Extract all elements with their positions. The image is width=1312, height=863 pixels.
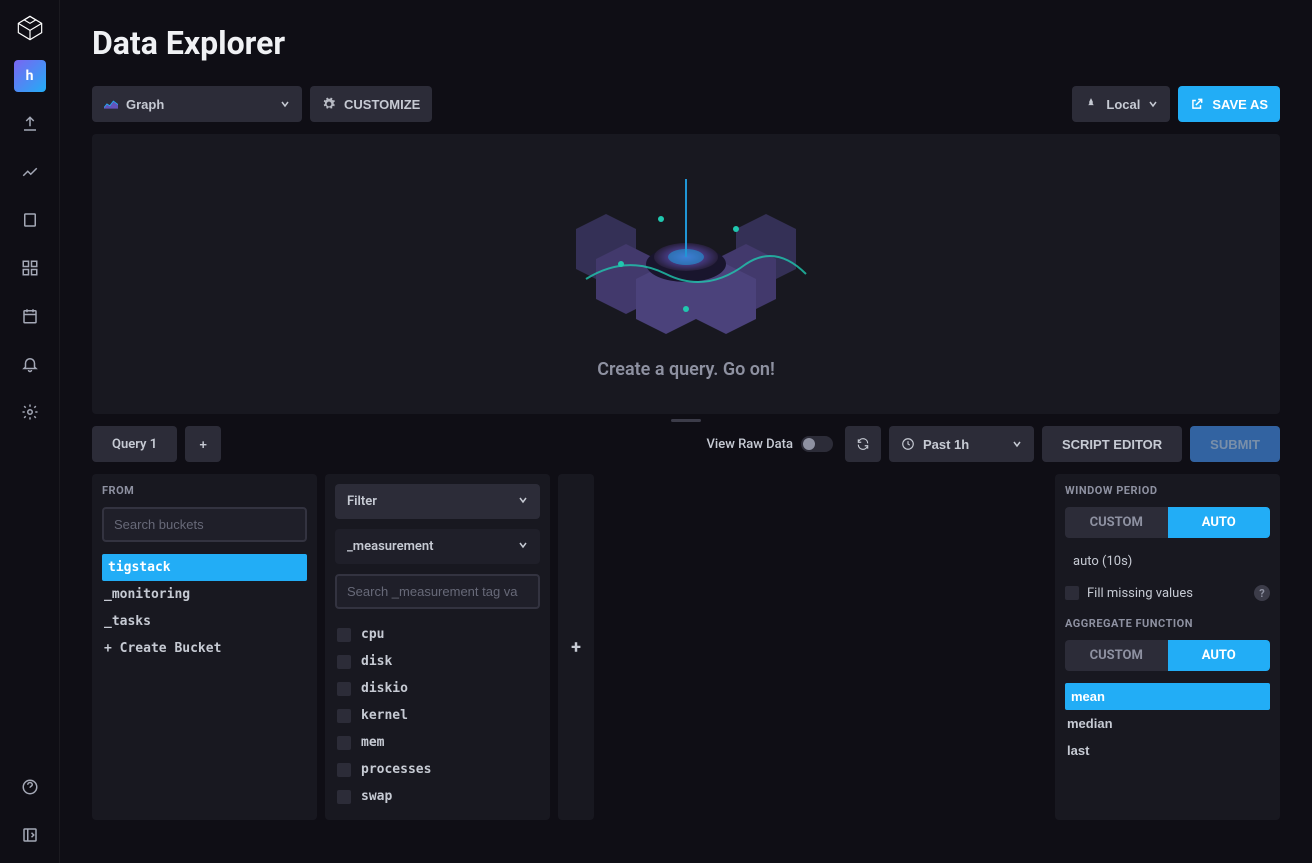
page-title: Data Explorer	[92, 24, 1280, 62]
window-period-label: WINDOW PERIOD	[1065, 484, 1270, 497]
bucket-item[interactable]: tigstack	[102, 554, 307, 581]
customize-label: CUSTOMIZE	[344, 97, 420, 112]
sidebar: h	[0, 0, 60, 863]
aggregate-toggle: CUSTOM AUTO	[1065, 640, 1270, 671]
tasks-icon[interactable]	[14, 300, 46, 332]
create-bucket-button[interactable]: + Create Bucket	[102, 635, 307, 662]
query-tab[interactable]: Query 1	[92, 426, 177, 462]
bucket-item[interactable]: _tasks	[102, 608, 307, 635]
chevron-down-icon	[1012, 437, 1022, 452]
gear-icon	[322, 97, 336, 111]
bucket-item[interactable]: _monitoring	[102, 581, 307, 608]
aggregate-auto-toggle[interactable]: AUTO	[1168, 640, 1271, 671]
org-badge[interactable]: h	[14, 60, 46, 92]
aggregate-item[interactable]: mean	[1065, 683, 1270, 710]
raw-data-toggle: View Raw Data	[707, 436, 833, 452]
settings-icon[interactable]	[14, 396, 46, 428]
explore-icon[interactable]	[14, 156, 46, 188]
tag-value-item[interactable]: mem	[335, 729, 540, 756]
dashboards-icon[interactable]	[14, 252, 46, 284]
side-options-panel: WINDOW PERIOD CUSTOM AUTO auto (10s) Fil…	[1055, 474, 1280, 820]
refresh-button[interactable]	[845, 426, 881, 462]
time-range-label: Past 1h	[923, 437, 969, 452]
tag-value-item[interactable]: cpu	[335, 621, 540, 648]
query-builder: FROM tigstack _monitoring _tasks + Creat…	[92, 474, 1280, 820]
tag-value-list: cpu disk diskio kernel mem processes swa…	[335, 621, 540, 810]
chevron-down-icon	[518, 494, 528, 509]
aggregate-item[interactable]: last	[1065, 737, 1270, 764]
aggregate-custom-toggle[interactable]: CUSTOM	[1065, 640, 1168, 671]
filter-panel: Filter _measurement cpu disk diskio kern…	[325, 474, 550, 820]
graph-prompt: Create a query. Go on!	[597, 359, 775, 380]
window-custom-toggle[interactable]: CUSTOM	[1065, 507, 1168, 538]
view-toolbar: Graph CUSTOMIZE Local SAVE AS	[92, 86, 1280, 122]
timezone-label: Local	[1106, 97, 1140, 112]
aggregate-label: AGGREGATE FUNCTION	[1065, 617, 1270, 630]
add-filter-button[interactable]: +	[558, 474, 594, 820]
tag-key-label: _measurement	[347, 539, 433, 554]
clock-icon	[901, 437, 915, 451]
window-auto-value: auto (10s)	[1065, 550, 1270, 573]
view-type-dropdown[interactable]: Graph	[92, 86, 302, 122]
org-initial: h	[26, 68, 34, 84]
fill-help-icon[interactable]: ?	[1254, 585, 1270, 601]
raw-data-switch[interactable]	[801, 436, 833, 452]
main-content: Data Explorer Graph CUSTOMIZE Local SAVE…	[60, 0, 1312, 863]
fill-missing-row[interactable]: Fill missing values ?	[1065, 585, 1270, 601]
tag-value-item[interactable]: processes	[335, 756, 540, 783]
notebooks-icon[interactable]	[14, 204, 46, 236]
raw-data-label: View Raw Data	[707, 437, 793, 452]
chevron-down-icon	[1148, 97, 1158, 112]
chevron-down-icon	[518, 539, 528, 554]
window-auto-toggle[interactable]: AUTO	[1168, 507, 1271, 538]
save-as-button[interactable]: SAVE AS	[1178, 86, 1280, 122]
alerts-icon[interactable]	[14, 348, 46, 380]
tag-key-dropdown[interactable]: _measurement	[335, 529, 540, 564]
customize-button[interactable]: CUSTOMIZE	[310, 86, 432, 122]
resize-handle[interactable]	[92, 414, 1280, 426]
load-data-icon[interactable]	[14, 108, 46, 140]
filter-type-dropdown[interactable]: Filter	[335, 484, 540, 519]
fill-missing-label: Fill missing values	[1087, 586, 1193, 601]
graph-area: Create a query. Go on!	[92, 134, 1280, 414]
timezone-dropdown[interactable]: Local	[1072, 86, 1170, 122]
from-label: FROM	[102, 484, 307, 497]
help-icon[interactable]	[14, 771, 46, 803]
pin-icon	[1084, 97, 1098, 111]
refresh-icon	[856, 437, 870, 451]
query-toolbar: Query 1 + View Raw Data Past 1h SCRIPT E…	[92, 426, 1280, 462]
from-panel: FROM tigstack _monitoring _tasks + Creat…	[92, 474, 317, 820]
tag-value-item[interactable]: diskio	[335, 675, 540, 702]
aggregate-item[interactable]: median	[1065, 710, 1270, 737]
submit-button[interactable]: SUBMIT	[1190, 426, 1280, 462]
tag-value-item[interactable]: swap	[335, 783, 540, 810]
chevron-down-icon	[280, 97, 290, 112]
logo-icon[interactable]	[14, 12, 46, 44]
save-as-label: SAVE AS	[1212, 97, 1268, 112]
fill-missing-checkbox[interactable]	[1065, 586, 1079, 600]
graph-type-icon	[104, 97, 118, 111]
add-query-button[interactable]: +	[185, 426, 221, 462]
collapse-icon[interactable]	[14, 819, 46, 851]
tag-value-search-input[interactable]	[335, 574, 540, 609]
aggregate-list: mean median last	[1065, 683, 1270, 764]
view-type-label: Graph	[126, 97, 164, 112]
empty-graph-illustration	[526, 169, 846, 349]
time-range-dropdown[interactable]: Past 1h	[889, 426, 1034, 462]
window-period-toggle: CUSTOM AUTO	[1065, 507, 1270, 538]
filter-type-label: Filter	[347, 494, 377, 509]
tag-value-item[interactable]: kernel	[335, 702, 540, 729]
bucket-list: tigstack _monitoring _tasks + Create Buc…	[102, 554, 307, 662]
tag-value-item[interactable]: disk	[335, 648, 540, 675]
export-icon	[1190, 97, 1204, 111]
script-editor-button[interactable]: SCRIPT EDITOR	[1042, 426, 1182, 462]
bucket-search-input[interactable]	[102, 507, 307, 542]
